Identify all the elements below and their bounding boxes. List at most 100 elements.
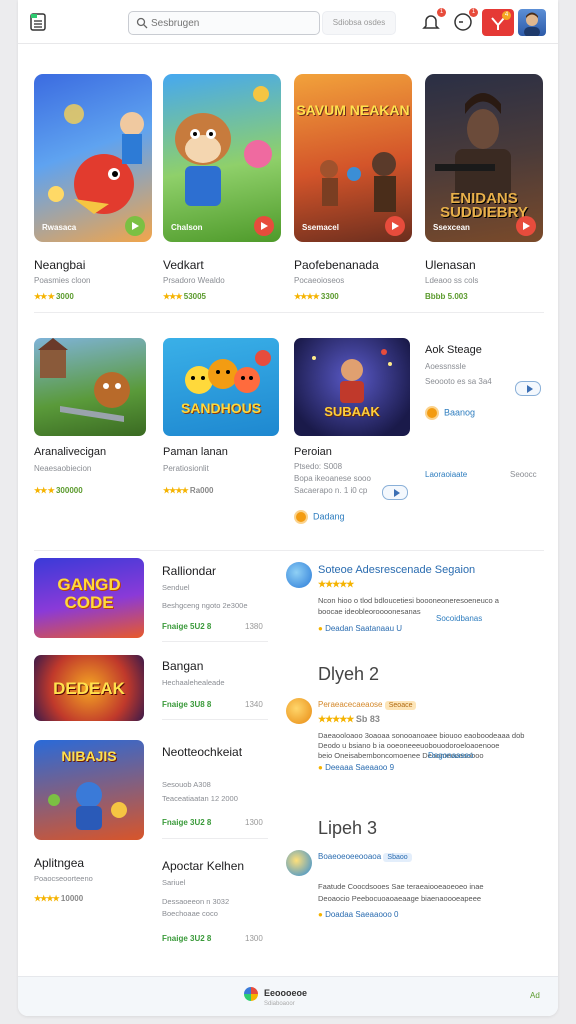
like-icon: ● [318, 763, 323, 772]
list-thumb-3[interactable]: NIBAJIS [34, 740, 144, 840]
game-title[interactable]: Paman lanan [163, 446, 228, 458]
review-title[interactable]: Boaeoeoeeooaoa Sbaoo [318, 852, 412, 862]
review-text: Daeaooloaoo 3oaoaa sonooanoaee biouoo ea… [318, 731, 525, 740]
featured-card-4[interactable]: ENIDANS SUDDIEBRY Ssexcean [425, 74, 543, 242]
game-tile-1[interactable] [34, 338, 146, 436]
review-title[interactable]: Peraeacecaeaose Seoace [318, 700, 417, 710]
link-text[interactable]: Seoocc [510, 470, 537, 479]
list-title[interactable]: Aplitngea [34, 856, 84, 870]
star-icons: ★★★ [163, 292, 182, 301]
list-subtitle: Teaceatiaatan 12 2000 [162, 794, 238, 803]
search-input[interactable] [151, 15, 311, 31]
search-box[interactable] [128, 11, 320, 35]
avatar[interactable] [518, 9, 546, 36]
divider [162, 838, 268, 839]
gift-button[interactable]: 4 [482, 9, 514, 36]
app-logo-icon [244, 987, 258, 1001]
game-tile-3[interactable]: SUBAAK [294, 338, 410, 436]
review-text: boocae ideobleoroooonesanas [318, 607, 421, 616]
list-meta: Fnaige 3U2 8 1300 [162, 934, 263, 943]
play-button[interactable] [516, 216, 536, 236]
badge: Dadang [294, 510, 345, 524]
game-title[interactable]: Neangbai [34, 258, 85, 272]
section-heading: Lipeh 3 [318, 818, 378, 838]
game-rating: ★★ ★ 300000 [34, 486, 83, 495]
star-icons: ★★★★ [163, 486, 189, 495]
featured-card-3[interactable]: SAVUM NEAKAN Ssemacel [294, 74, 412, 242]
list-title[interactable]: Apoctar Kelhen [162, 859, 244, 873]
featured-card-2[interactable]: Chalson [163, 74, 281, 242]
reviewer-avatar[interactable] [286, 850, 312, 876]
badge: Baanog [425, 406, 475, 420]
bottom-bar: Eeoooeoe Sdiaboaoor Ad [18, 976, 558, 1016]
reviewer-avatar[interactable] [286, 562, 312, 588]
divider [162, 719, 268, 720]
game-rating: Bbbb 5.003 [425, 292, 468, 301]
review-footer[interactable]: ● Deadan Saatanaau U [318, 624, 402, 633]
game-rating: ★★★ 53005 [163, 292, 206, 301]
coin-icon [294, 510, 308, 524]
list-thumb-1[interactable]: GANGD CODE [34, 558, 144, 638]
list-title[interactable]: Neotteochkeiat [162, 745, 242, 759]
game-title[interactable]: Ulenasan [425, 258, 476, 272]
review-tag: Sbaoo [383, 853, 412, 862]
list-title[interactable]: Bangan [162, 659, 203, 673]
review-tag: Seoace [384, 701, 417, 710]
menu-icon[interactable] [30, 13, 46, 31]
featured-caption: Ssemacel [302, 223, 339, 232]
game-title[interactable]: Aranalivecigan [34, 446, 106, 458]
divider [162, 641, 268, 642]
list-thumb-2[interactable]: DEDEAK [34, 655, 144, 721]
divider [34, 312, 544, 313]
review-stars: ★★★★★ Sb 83 [318, 714, 380, 724]
list-subtitle: Sesouob A308 [162, 780, 211, 789]
game-subtitle: Bopa ikeoanese sooo [294, 474, 371, 483]
game-title[interactable]: Aok Steage [425, 344, 482, 356]
search-button[interactable]: Sdiobsa osdes [322, 11, 396, 35]
play-small-button[interactable] [515, 381, 541, 396]
game-subtitle: Pocaeoioseos [294, 276, 345, 285]
game-title[interactable]: Peroian [294, 446, 332, 458]
review-text: Deodo u bsiano b ia ooeoneeeuobouodoroel… [318, 741, 500, 750]
game-rating: ★★★★ 3300 [294, 292, 339, 301]
review-footer[interactable]: ● Doadaa Saeaaooo 0 [318, 910, 398, 919]
featured-caption: Rwasaca [42, 223, 77, 232]
reviewer-avatar[interactable] [286, 698, 312, 724]
game-subtitle: Poasmies cloon [34, 276, 91, 285]
play-button[interactable] [385, 216, 405, 236]
link-text[interactable]: Laoraoiaate [425, 470, 467, 479]
review-title[interactable]: Soteoe Adesrescenade Segaion [318, 564, 475, 576]
list-subtitle: Senduel [162, 583, 190, 592]
like-icon: ● [318, 910, 323, 919]
thumb-art-title: DEDEAK [53, 679, 125, 698]
review-footer[interactable]: ● Deeaaa Saeaaoo 9 [318, 763, 394, 772]
play-button[interactable] [254, 216, 274, 236]
bell-icon[interactable]: 1 [420, 8, 446, 33]
list-subtitle: Boechoaae coco [162, 909, 218, 918]
divider [34, 550, 544, 551]
game-rating: ★★ ★ 3000 [34, 292, 74, 301]
game-title[interactable]: Vedkart [163, 258, 204, 272]
play-button[interactable] [125, 216, 145, 236]
featured-card-1[interactable]: Rwasaca [34, 74, 152, 242]
chat-icon[interactable]: 1 [452, 8, 478, 33]
notification-badge: 1 [437, 8, 446, 17]
star-icons: ★★ ★ [34, 486, 55, 495]
review-link[interactable]: Dogonaaseo [428, 751, 473, 760]
game-subtitle: Prsadoro Wealdo [163, 276, 225, 285]
game-subtitle: Peratiosionlit [163, 464, 209, 473]
list-title[interactable]: Ralliondar [162, 564, 216, 578]
tile-art-title: SANDHOUS [180, 400, 262, 416]
game-subtitle: Sacaerapo n. 1 i0 cp [294, 486, 368, 495]
bottom-right-label[interactable]: Ad [530, 991, 540, 1000]
game-title[interactable]: Paofebenanada [294, 258, 379, 272]
featured-caption: Ssexcean [433, 223, 470, 232]
play-small-button[interactable] [382, 485, 408, 500]
bottom-label[interactable]: Eeoooeoe [264, 988, 307, 998]
review-stars: ★★★★★ [318, 579, 354, 589]
featured-caption: Chalson [171, 223, 203, 232]
game-tile-2[interactable]: SANDHOUS [163, 338, 279, 436]
review-text: Ncon hioo o tlod bdloucetiesi boooneoner… [318, 596, 499, 605]
review-link[interactable]: Socoidbanas [436, 614, 482, 623]
game-subtitle: Aoessnssle [425, 362, 466, 371]
